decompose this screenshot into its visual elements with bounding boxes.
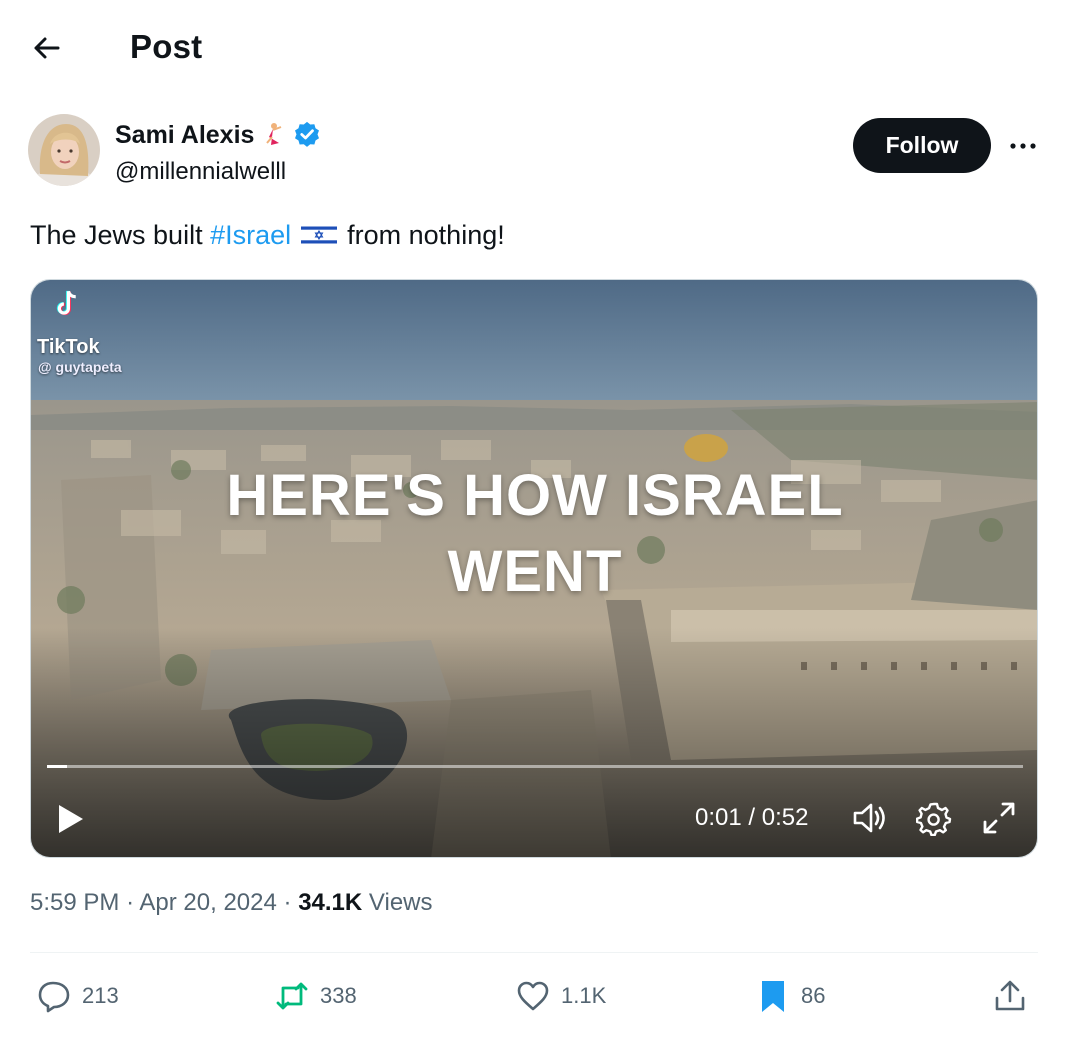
action-bar: 213 338 1.1K 86 bbox=[30, 973, 1038, 1019]
user-handle[interactable]: @millennialwelll bbox=[115, 158, 286, 186]
page-title: Post bbox=[130, 28, 203, 65]
volume-icon bbox=[853, 803, 885, 833]
tiktok-label: TikTok bbox=[37, 336, 100, 358]
views-count: 34.1K bbox=[298, 889, 363, 916]
heart-icon bbox=[517, 981, 549, 1011]
video-progress-bar[interactable] bbox=[47, 765, 1023, 768]
post-date[interactable]: Apr 20, 2024 bbox=[139, 889, 276, 916]
duration: 0:52 bbox=[761, 804, 809, 831]
repost-button[interactable]: 338 bbox=[274, 973, 357, 1019]
video-caption-line2: WENT bbox=[447, 539, 623, 604]
time-separator: / bbox=[748, 804, 756, 831]
volume-button[interactable] bbox=[851, 800, 891, 836]
fullscreen-icon bbox=[983, 802, 1015, 834]
author-row: Sami Alexis @millennialwelll Follow bbox=[28, 114, 1040, 190]
more-dots-icon bbox=[1010, 143, 1036, 149]
reply-button[interactable]: 213 bbox=[36, 973, 119, 1019]
play-button[interactable] bbox=[53, 802, 87, 836]
like-count: 1.1K bbox=[561, 983, 607, 1008]
video-caption-line1: HERE'S HOW ISRAEL bbox=[226, 463, 844, 528]
tiktok-username: @ guytapeta bbox=[38, 359, 122, 375]
views-label: Views bbox=[368, 889, 433, 916]
like-button[interactable]: 1.1K bbox=[515, 973, 606, 1019]
repost-count: 338 bbox=[320, 983, 357, 1008]
fullscreen-button[interactable] bbox=[981, 800, 1017, 836]
bookmark-button[interactable]: 86 bbox=[755, 973, 825, 1019]
verified-badge-icon[interactable] bbox=[292, 120, 322, 150]
post-time[interactable]: 5:59 PM bbox=[30, 889, 119, 916]
back-button[interactable] bbox=[26, 28, 66, 68]
meta-dot: · bbox=[126, 889, 135, 916]
repost-icon bbox=[276, 982, 308, 1010]
follow-button[interactable]: Follow bbox=[853, 118, 991, 173]
divider bbox=[30, 952, 1038, 953]
arrow-left-icon bbox=[34, 37, 60, 59]
display-name-row: Sami Alexis bbox=[115, 120, 322, 150]
video-player[interactable]: TikTok @ guytapeta HERE'S HOW ISRAEL WEN… bbox=[30, 279, 1038, 858]
tweet-text-before: The Jews built bbox=[30, 220, 203, 250]
post-meta: 5:59 PM · Apr 20, 2024 · 34.1K Views bbox=[30, 889, 433, 917]
tiktok-logo-icon bbox=[56, 290, 76, 316]
bookmark-icon bbox=[762, 981, 784, 1012]
video-progress-fill bbox=[47, 765, 67, 768]
tweet-text: The Jews built #Israel from nothing! bbox=[30, 217, 505, 253]
meta-dot: · bbox=[283, 889, 292, 916]
reply-count: 213 bbox=[82, 983, 119, 1008]
top-bar: Post bbox=[0, 0, 1068, 96]
gear-icon bbox=[915, 802, 952, 837]
israel-flag-icon bbox=[301, 224, 338, 246]
video-controls: 0:01 / 0:52 bbox=[31, 780, 1037, 857]
avatar[interactable] bbox=[28, 114, 100, 186]
tweet-text-after: from nothing! bbox=[347, 220, 505, 250]
dancer-emoji-icon bbox=[258, 120, 288, 150]
play-icon bbox=[59, 805, 83, 833]
share-icon bbox=[995, 980, 1025, 1011]
current-time: 0:01 bbox=[695, 804, 742, 831]
video-time: 0:01 / 0:52 bbox=[695, 804, 808, 832]
share-button[interactable] bbox=[992, 973, 1028, 1019]
bookmark-count: 86 bbox=[801, 983, 826, 1008]
settings-button[interactable] bbox=[915, 800, 952, 837]
hashtag-link[interactable]: #Israel bbox=[210, 217, 291, 253]
display-name[interactable]: Sami Alexis bbox=[115, 121, 254, 150]
reply-bubble-icon bbox=[38, 981, 70, 1013]
more-options-button[interactable] bbox=[1003, 128, 1043, 164]
